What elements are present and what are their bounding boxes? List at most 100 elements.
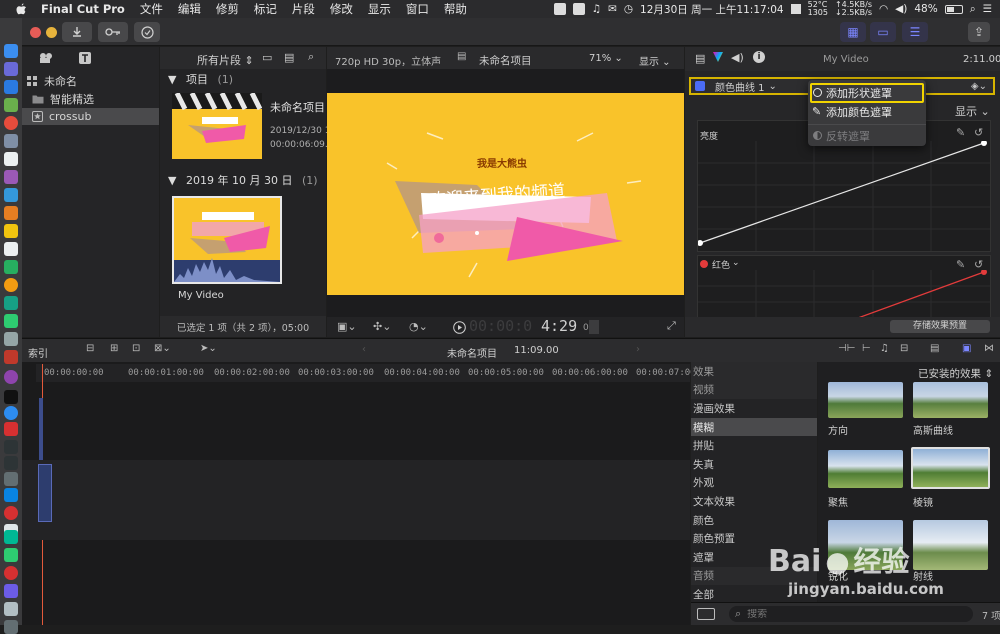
transform-tool-button[interactable]: ▣⌄ (337, 320, 357, 333)
close-window-button[interactable] (30, 27, 41, 38)
reset-icon[interactable]: ↺ (974, 126, 983, 139)
app-icon-29[interactable] (4, 530, 18, 544)
add-shape-mask-item[interactable]: 添加形状遮罩 (808, 83, 926, 103)
effect-thumb-focus[interactable] (828, 450, 903, 488)
category-blur[interactable]: 模糊 (691, 417, 817, 437)
timeline-ruler[interactable]: 00:00:00:00 00:00:01:00:00 00:00:02:00:0… (36, 364, 696, 382)
app-icon-12[interactable] (4, 242, 18, 256)
category-distortion[interactable]: 失真 (691, 455, 817, 474)
effects-browser-button[interactable]: ▣ (962, 343, 971, 354)
photos-icon[interactable] (4, 278, 18, 292)
add-color-mask-item[interactable]: ✎ 添加颜色遮罩 (808, 102, 926, 122)
launchpad-icon[interactable] (4, 62, 18, 76)
timeline-area[interactable]: 00:00:00:00 00:00:01:00:00 00:00:02:00:0… (22, 362, 696, 625)
app-menu[interactable]: Final Cut Pro (41, 2, 125, 16)
project-name[interactable]: 未命名项目 (270, 99, 325, 115)
date-section-header[interactable]: ▼ 2019 年 10 月 30 日 (1) (168, 172, 318, 188)
mail-icon[interactable]: ✉ (608, 3, 617, 15)
red-curve[interactable]: 红色 ⌄ ✎ ↺ (697, 255, 991, 318)
category-video[interactable]: 视频 (691, 380, 817, 400)
apple-icon[interactable] (16, 3, 27, 15)
audio-skimming-button[interactable]: ⊣⊢ (838, 343, 855, 354)
chrome-icon[interactable] (4, 116, 18, 130)
menu-trim[interactable]: 修剪 (216, 1, 239, 17)
sidebar-toggle-icon[interactable] (697, 608, 715, 620)
display-dropdown[interactable]: 显示 ⌄ (955, 103, 990, 119)
video-frame[interactable]: 我是大熊虫 欢迎来到我的频道 (327, 93, 684, 295)
finder-icon[interactable] (4, 44, 18, 58)
chevron-down-icon[interactable]: ⌄ (769, 81, 777, 92)
connected-clip[interactable] (39, 398, 43, 460)
app-icon-8[interactable] (4, 170, 18, 184)
color-inspector-icon[interactable] (713, 52, 723, 62)
enhance-tool-button[interactable]: ✣⌄ (373, 320, 391, 333)
timecode-value[interactable]: 4:29 (541, 317, 577, 335)
headphones-icon[interactable]: ♫ (880, 343, 889, 354)
battery-icon[interactable] (944, 4, 963, 14)
wifi-icon[interactable]: ◠ (879, 3, 888, 15)
app-icon-13[interactable] (4, 260, 18, 274)
app-icon-18[interactable] (4, 350, 18, 364)
app-icon-6[interactable] (4, 134, 18, 148)
app-icon-17[interactable] (4, 332, 18, 346)
zoom-dropdown[interactable]: 71% ⌄ (589, 53, 623, 64)
appletv-icon[interactable] (4, 390, 18, 404)
invert-mask-item[interactable]: 反转遮罩 (808, 126, 926, 146)
status-grid-icon[interactable] (572, 3, 585, 15)
audio-inspector-icon[interactable]: ◀) (731, 51, 744, 64)
clip-appearance-icon[interactable]: ▭ (262, 51, 272, 64)
eyedropper-icon[interactable]: ✎ (956, 126, 965, 139)
import-button[interactable] (62, 22, 92, 42)
insert-button[interactable]: ⊞ (110, 343, 118, 354)
overwrite-button[interactable]: ⊡ (132, 343, 140, 354)
stats-icon[interactable] (790, 4, 801, 14)
yandex-icon[interactable] (4, 506, 18, 520)
filmstrip-icon[interactable]: ▤ (284, 51, 294, 64)
effect-thumb-directional[interactable] (828, 382, 903, 418)
red-chevron-icon[interactable]: ⌄ (732, 258, 740, 268)
messages-icon[interactable] (4, 314, 18, 328)
library-item[interactable]: 未命名 (22, 72, 159, 89)
select-tool-button[interactable]: ➤⌄ (200, 343, 217, 354)
event-item[interactable]: crossub (22, 108, 159, 125)
netease-icon[interactable] (4, 566, 18, 580)
smart-collection-item[interactable]: 智能精选 (22, 90, 159, 107)
menu-file[interactable]: 文件 (140, 1, 163, 17)
android-icon[interactable] (4, 98, 18, 112)
menu-clip[interactable]: 片段 (292, 1, 315, 17)
titles-icon[interactable] (78, 51, 92, 65)
forward-nav-icon[interactable]: › (636, 344, 640, 355)
primary-clip[interactable] (38, 464, 52, 522)
inspector-toggle-button[interactable]: ☰ (902, 22, 928, 42)
category-tiling[interactable]: 拼贴 (691, 436, 817, 455)
vivaldi-icon[interactable] (4, 422, 18, 436)
clock-text[interactable]: 12月30日 周一 上午11:17:04 (640, 2, 784, 17)
clip-filter-dropdown[interactable]: 所有片段 ⇕ (197, 52, 254, 68)
skimming-button[interactable]: ⊢ (862, 343, 871, 354)
app-icon-33[interactable] (4, 602, 18, 616)
effect-thumb-gaussian[interactable] (913, 382, 988, 418)
project-thumbnail[interactable] (172, 93, 262, 159)
video-inspector-icon[interactable]: ▤ (695, 52, 705, 65)
clip-appearance-button[interactable]: ▤ (930, 343, 939, 354)
view-dropdown[interactable]: 显示 ⌄ (639, 53, 671, 68)
speed-tool-button[interactable]: ◔⌄ (409, 320, 428, 333)
wechat-icon[interactable] (4, 548, 18, 562)
edit-options-button[interactable]: ⊠⌄ (154, 343, 171, 354)
podcasts-icon[interactable] (4, 370, 18, 384)
installed-effects-dropdown[interactable]: 已安装的效果 ⇕ (918, 366, 993, 381)
effects-search-field[interactable]: ⌕ (729, 606, 973, 622)
search-icon[interactable]: ⌕ (308, 50, 314, 64)
menu-help[interactable]: 帮助 (444, 1, 467, 17)
keywords-button[interactable] (98, 22, 128, 42)
minimize-window-button[interactable] (46, 27, 57, 38)
save-preset-button[interactable]: 存储效果预置 (890, 320, 990, 333)
appstore-icon[interactable] (4, 406, 18, 420)
play-icon[interactable] (453, 321, 466, 334)
clip-thumbnail[interactable] (172, 196, 282, 284)
fcp-icon[interactable] (4, 584, 18, 598)
menu-window[interactable]: 窗口 (406, 1, 429, 17)
primary-storyline[interactable] (22, 460, 690, 540)
speed-icon[interactable]: ◷ (624, 3, 633, 15)
share-button[interactable]: ⇪ (968, 22, 990, 42)
